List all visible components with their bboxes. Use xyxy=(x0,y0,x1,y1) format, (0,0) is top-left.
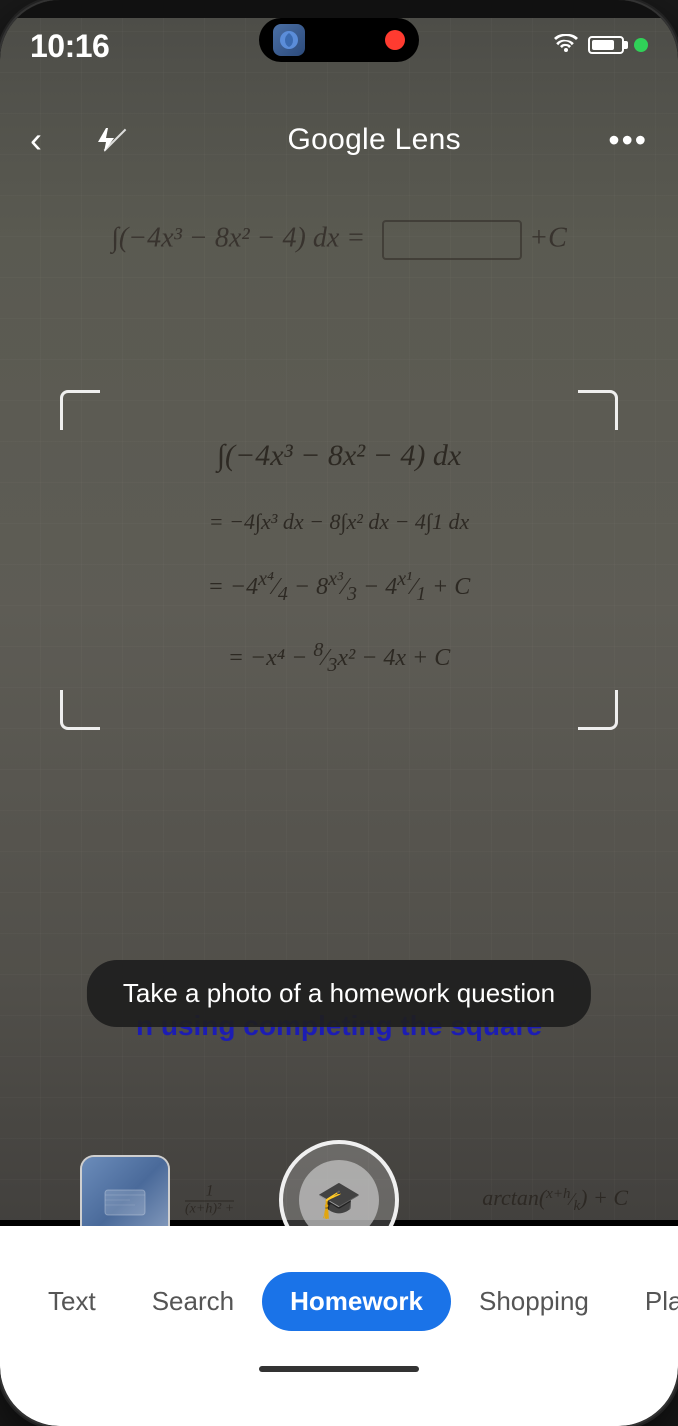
tooltip-text: Take a photo of a homework question xyxy=(123,978,555,1008)
more-options-button[interactable]: ••• xyxy=(608,122,648,159)
battery-icon xyxy=(588,36,624,54)
dynamic-island xyxy=(259,18,419,62)
math-content: ∫(−4x³ − 8x² − 4) dx = −4∫x³ dx − 8∫x² d… xyxy=(0,430,678,683)
math-line-1: ∫(−4x³ − 8x² − 4) dx xyxy=(0,430,678,482)
math-arctan-right: arctan(x+h⁄k) + C xyxy=(482,1185,628,1215)
tab-search[interactable]: Search xyxy=(124,1272,262,1331)
home-indicator xyxy=(259,1366,419,1372)
tab-homework[interactable]: Homework xyxy=(262,1272,451,1331)
green-indicator xyxy=(634,38,648,52)
flash-off-icon[interactable] xyxy=(90,126,140,154)
phone-shell: ∫(−4x³ − 8x² − 4) dx = +C 10:16 xyxy=(0,0,678,1426)
answer-box xyxy=(382,220,522,260)
math-top-equation: ∫(−4x³ − 8x² − 4) dx = +C xyxy=(0,200,678,280)
tooltip: Take a photo of a homework question xyxy=(87,960,591,1027)
graduation-cap-icon: 🎓 xyxy=(317,1179,362,1221)
wifi-icon xyxy=(554,32,578,58)
tab-text[interactable]: Text xyxy=(20,1272,124,1331)
tab-shopping[interactable]: Shopping xyxy=(451,1272,617,1331)
math-line-4: = −x⁴ − 8⁄3x² − 4x + C xyxy=(0,632,678,683)
math-line-2: = −4∫x³ dx − 8∫x² dx − 4∫1 dx xyxy=(0,502,678,541)
tab-places[interactable]: Places xyxy=(617,1272,678,1331)
dynamic-island-app-icon xyxy=(273,24,305,56)
nav-bar: ‹ Google Lens ••• xyxy=(0,100,678,180)
tabs-container: Text Search Homework Shopping Places xyxy=(0,1226,678,1366)
record-indicator xyxy=(385,30,405,50)
page-title: Google Lens xyxy=(140,123,608,157)
battery-fill xyxy=(592,40,614,50)
back-button[interactable]: ‹ xyxy=(30,119,80,161)
math-line-3: = −4x⁴⁄4 − 8x³⁄3 − 4x¹⁄1 + C xyxy=(0,561,678,612)
math-fraction-left: 1 (x+h)² + xyxy=(185,1183,234,1218)
tab-bar: Text Search Homework Shopping Places xyxy=(0,1226,678,1426)
phone-screen: ∫(−4x³ − 8x² − 4) dx = +C 10:16 xyxy=(0,0,678,1426)
status-icons xyxy=(554,28,648,58)
